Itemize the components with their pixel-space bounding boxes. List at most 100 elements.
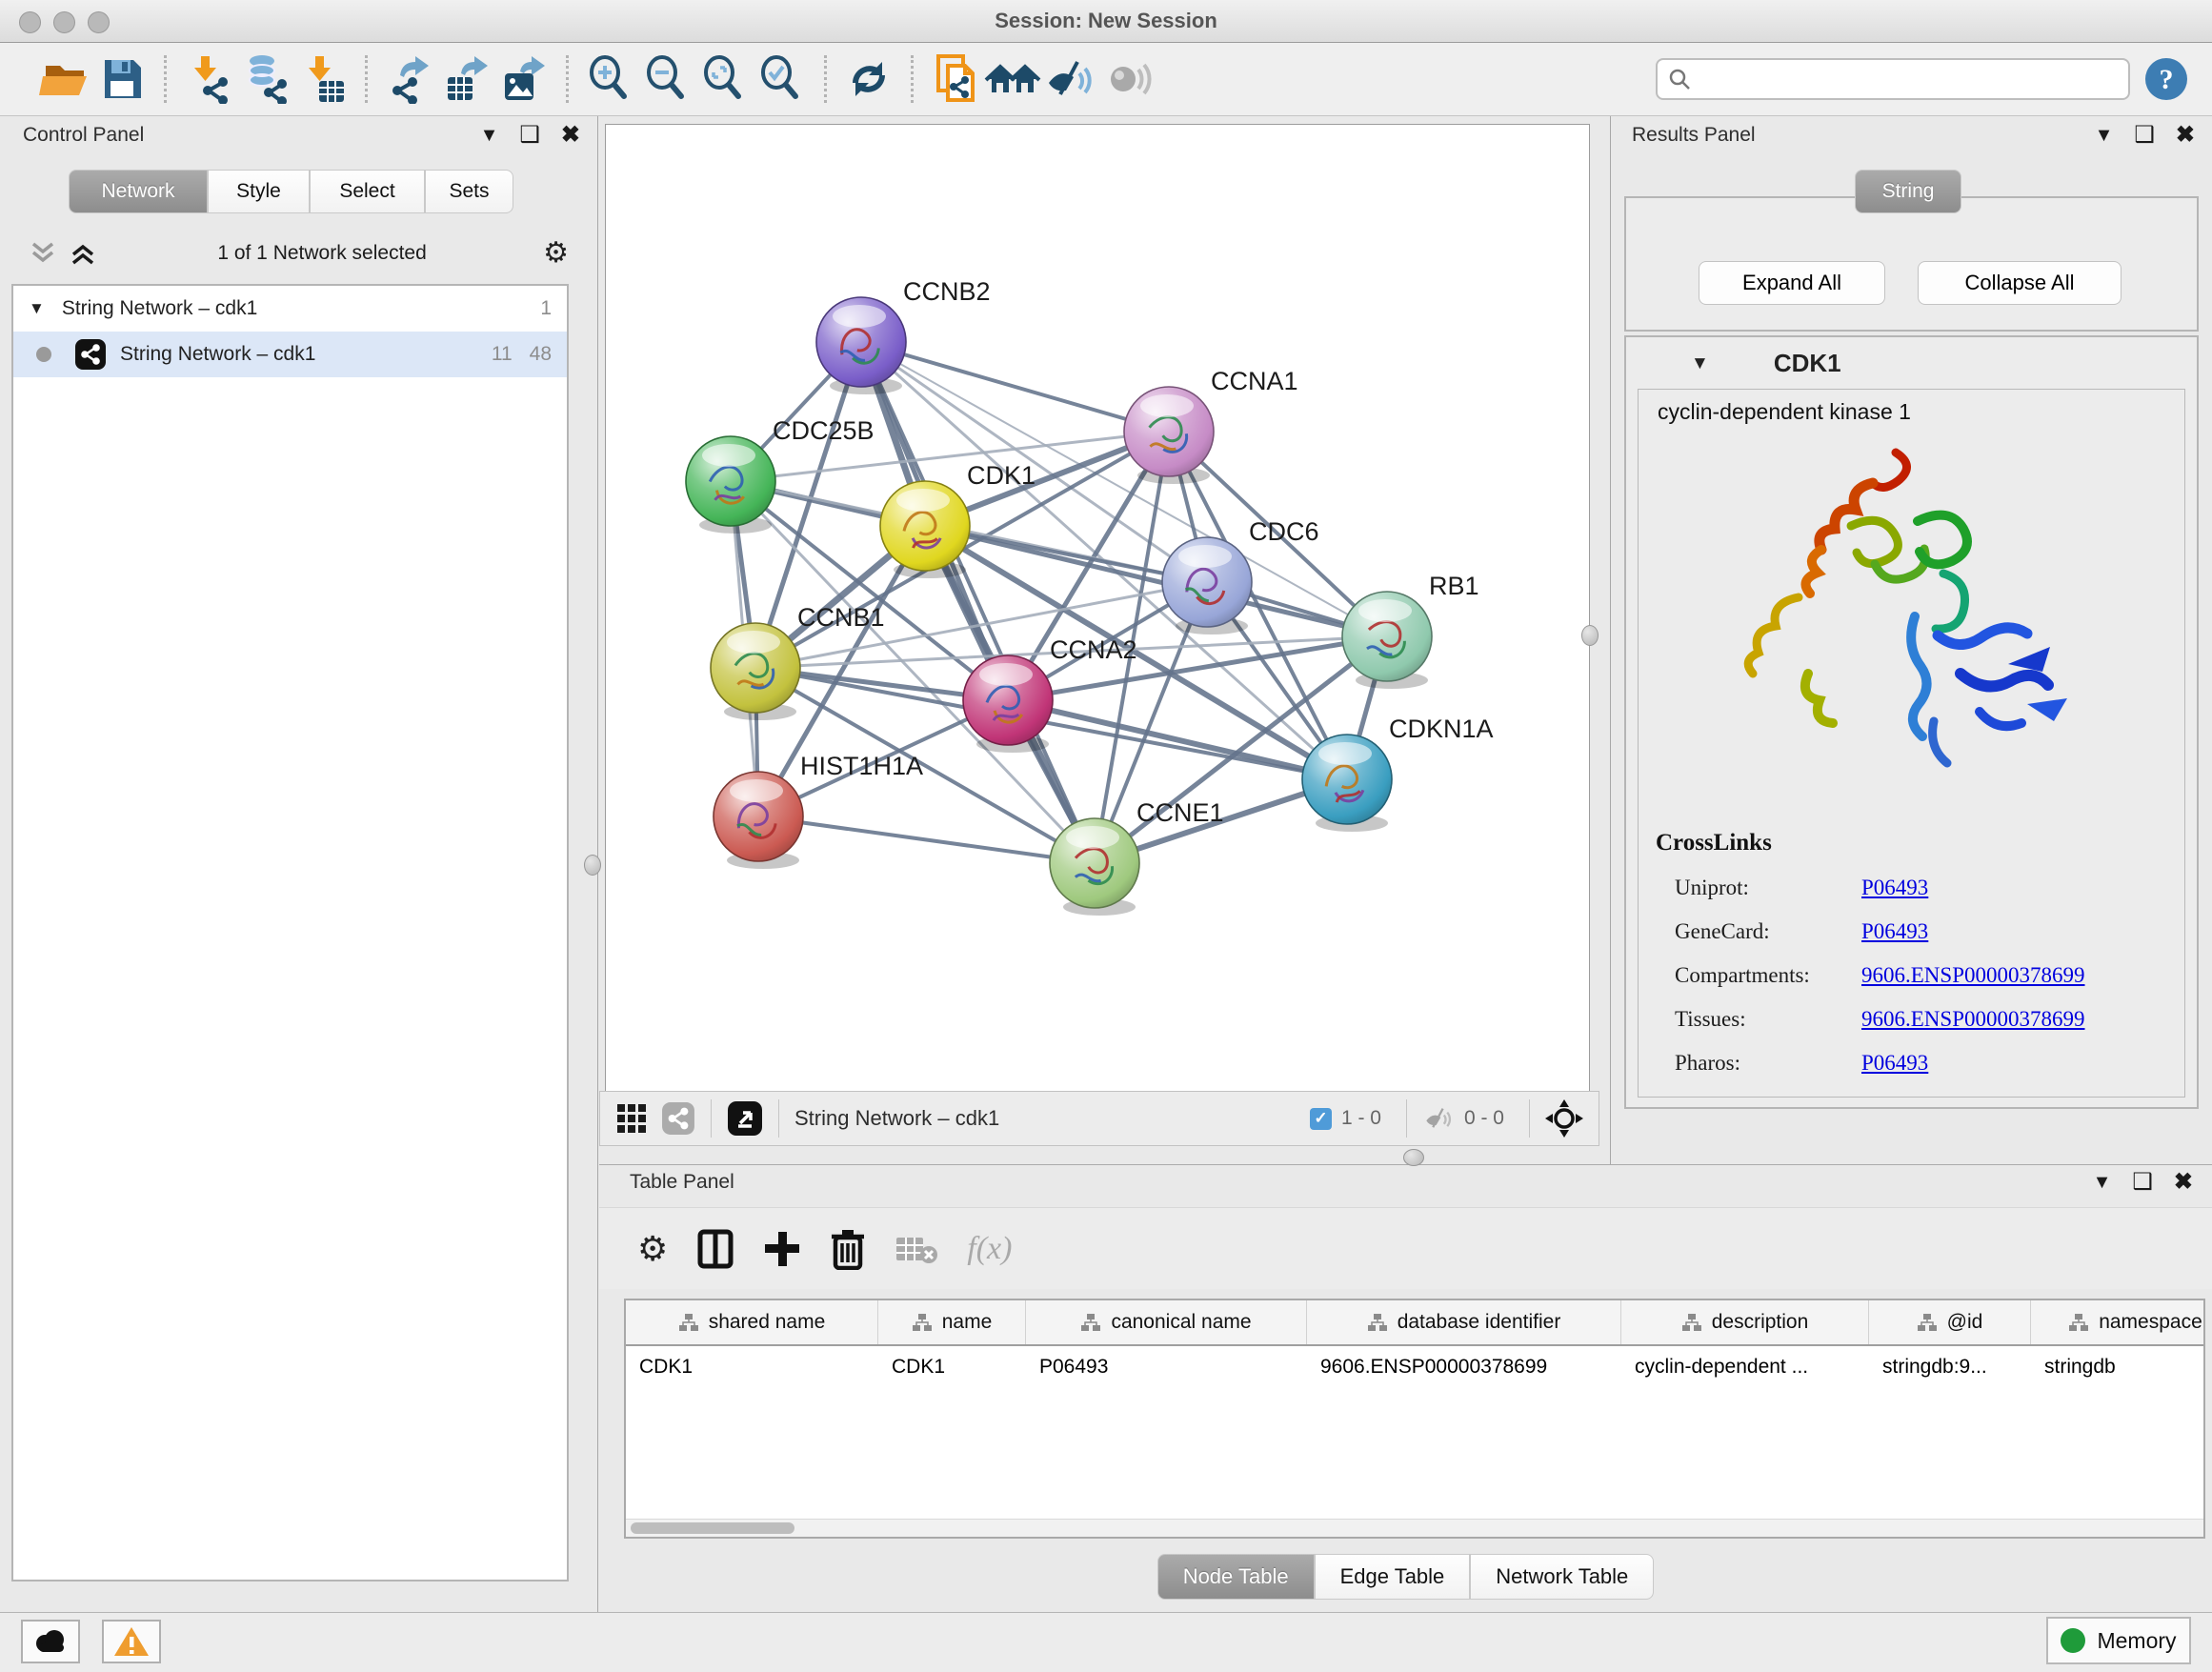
memory-button[interactable]: Memory: [2046, 1617, 2191, 1664]
tab-edge-table[interactable]: Edge Table: [1315, 1554, 1471, 1600]
import-network-database-button[interactable]: [237, 51, 294, 107]
cloud-status-button[interactable]: [21, 1620, 80, 1663]
tab-node-table[interactable]: Node Table: [1157, 1554, 1315, 1600]
panel-close-icon[interactable]: ✖: [2174, 1173, 2193, 1192]
table-row[interactable]: CDK1CDK1P064939606.ENSP00000378699cyclin…: [626, 1346, 2203, 1388]
panel-menu-icon[interactable]: ▼: [2093, 1173, 2112, 1192]
tab-network-table[interactable]: Network Table: [1470, 1554, 1654, 1600]
column-header[interactable]: database identifier: [1307, 1300, 1621, 1344]
main-toolbar: ?: [0, 43, 2212, 116]
open-folder-icon: [39, 56, 90, 102]
zoom-selected-button[interactable]: [754, 51, 811, 107]
column-header[interactable]: description: [1621, 1300, 1869, 1344]
network-options-gear-icon[interactable]: ⚙: [543, 239, 569, 268]
tab-sets[interactable]: Sets: [425, 170, 513, 213]
column-header[interactable]: namespace: [2031, 1300, 2205, 1344]
import-table-file-button[interactable]: [294, 51, 352, 107]
zoom-in-button[interactable]: [582, 51, 639, 107]
import-network-file-button[interactable]: [180, 51, 237, 107]
right-splitter-handle[interactable]: [1581, 625, 1599, 646]
entry-collapse-icon[interactable]: ▼: [1691, 353, 1709, 374]
table-cell[interactable]: stringdb:9...: [1869, 1346, 2031, 1388]
column-type-icon: [2068, 1313, 2089, 1332]
panel-close-icon[interactable]: ✖: [2176, 126, 2195, 145]
network-graph[interactable]: CCNB2CCNA1CDC25BCDK1CDC6RB1CCNB1CCNA2CDK…: [606, 125, 1589, 1091]
table-cell[interactable]: P06493: [1026, 1346, 1307, 1388]
crosslink-label: Pharos:: [1675, 1051, 1861, 1076]
table-cell[interactable]: 9606.ENSP00000378699: [1307, 1346, 1621, 1388]
export-network-button[interactable]: [381, 51, 438, 107]
panel-close-icon[interactable]: ✖: [561, 126, 580, 145]
column-header[interactable]: @id: [1869, 1300, 2031, 1344]
column-header[interactable]: canonical name: [1026, 1300, 1307, 1344]
warnings-button[interactable]: [102, 1620, 161, 1663]
tree-expand-icon[interactable]: ▼: [29, 299, 45, 318]
string-query-button[interactable]: [984, 51, 1041, 107]
open-in-window-icon[interactable]: [727, 1100, 763, 1137]
open-session-button[interactable]: [36, 51, 93, 107]
crosslink-link[interactable]: P06493: [1861, 1051, 1928, 1076]
zoom-selected-icon: [755, 54, 809, 104]
zoom-out-button[interactable]: [639, 51, 696, 107]
collapse-all-button[interactable]: Collapse All: [1918, 261, 2122, 305]
network-node-label: HIST1H1A: [800, 752, 923, 780]
refresh-view-button[interactable]: [840, 51, 897, 107]
panel-float-icon[interactable]: ❑: [519, 126, 540, 145]
show-columns-icon[interactable]: [696, 1228, 734, 1270]
zoom-fit-button[interactable]: [696, 51, 754, 107]
crosslink-link[interactable]: 9606.ENSP00000378699: [1861, 963, 2085, 988]
export-image-button[interactable]: [495, 51, 553, 107]
network-collection-row[interactable]: ▼ String Network – cdk1 1: [13, 286, 567, 332]
export-table-button[interactable]: [438, 51, 495, 107]
panel-float-icon[interactable]: ❑: [2132, 1173, 2153, 1192]
column-header[interactable]: name: [878, 1300, 1026, 1344]
panel-float-icon[interactable]: ❑: [2134, 126, 2155, 145]
toolbar-separator: [365, 55, 368, 103]
hide-selected-button[interactable]: [1041, 51, 1098, 107]
clone-network-button[interactable]: [927, 51, 984, 107]
panel-menu-icon[interactable]: ▼: [2095, 126, 2114, 145]
results-entry-box: ▼ CDK1 cyclin-dependent kinase 1: [1624, 335, 2199, 1109]
table-cell[interactable]: CDK1: [626, 1346, 878, 1388]
table-horizontal-scrollbar[interactable]: [626, 1519, 2203, 1537]
table-cell[interactable]: stringdb: [2031, 1346, 2205, 1388]
help-button[interactable]: ?: [2145, 58, 2187, 100]
crosslink-link[interactable]: P06493: [1861, 919, 1928, 944]
add-column-icon[interactable]: [763, 1228, 801, 1270]
current-network-dot-icon: [36, 347, 51, 362]
panel-menu-icon[interactable]: ▼: [480, 126, 499, 145]
string-network-gray-icon[interactable]: [661, 1101, 695, 1136]
crosslink-row: Tissues: 9606.ENSP00000378699: [1675, 997, 2175, 1041]
network-node-label: RB1: [1429, 572, 1479, 600]
network-canvas[interactable]: CCNB2CCNA1CDC25BCDK1CDC6RB1CCNB1CCNA2CDK…: [605, 124, 1590, 1092]
left-splitter-handle[interactable]: [584, 855, 601, 876]
tab-network[interactable]: Network: [69, 170, 208, 213]
bottom-splitter-handle[interactable]: [1403, 1149, 1424, 1166]
birdseye-navigator-icon[interactable]: [1545, 1099, 1583, 1138]
search-input[interactable]: [1692, 68, 2119, 91]
delete-column-trash-icon[interactable]: [830, 1228, 866, 1270]
save-session-button[interactable]: [93, 51, 151, 107]
network-row-selected[interactable]: String Network – cdk1 11 48: [13, 332, 567, 377]
column-type-icon: [912, 1313, 933, 1332]
column-header[interactable]: shared name: [626, 1300, 878, 1344]
crosslink-link[interactable]: P06493: [1861, 876, 1928, 900]
expand-all-button[interactable]: Expand All: [1699, 261, 1885, 305]
table-cell[interactable]: CDK1: [878, 1346, 1026, 1388]
collapse-all-icon[interactable]: [29, 240, 61, 267]
table-options-gear-icon[interactable]: ⚙: [637, 1235, 668, 1263]
tab-style[interactable]: Style: [208, 170, 310, 213]
expand-all-icon[interactable]: [69, 240, 101, 267]
control-panel: Control Panel ▼ ❑ ✖ Network Style Select…: [0, 116, 598, 1612]
tab-select[interactable]: Select: [310, 170, 425, 213]
apply-function-icon-disabled: f(x): [967, 1231, 1012, 1267]
grid-view-icon[interactable]: [615, 1102, 648, 1135]
show-all-button[interactable]: [1098, 51, 1156, 107]
table-cell[interactable]: cyclin-dependent ...: [1621, 1346, 1869, 1388]
selected-checkbox-icon[interactable]: ✓: [1310, 1108, 1332, 1130]
crosslink-link[interactable]: 9606.ENSP00000378699: [1861, 1007, 2085, 1032]
tab-string[interactable]: String: [1855, 170, 1961, 213]
clone-network-icon: [929, 52, 982, 106]
save-floppy-icon: [99, 56, 145, 102]
scrollbar-thumb[interactable]: [631, 1522, 794, 1534]
